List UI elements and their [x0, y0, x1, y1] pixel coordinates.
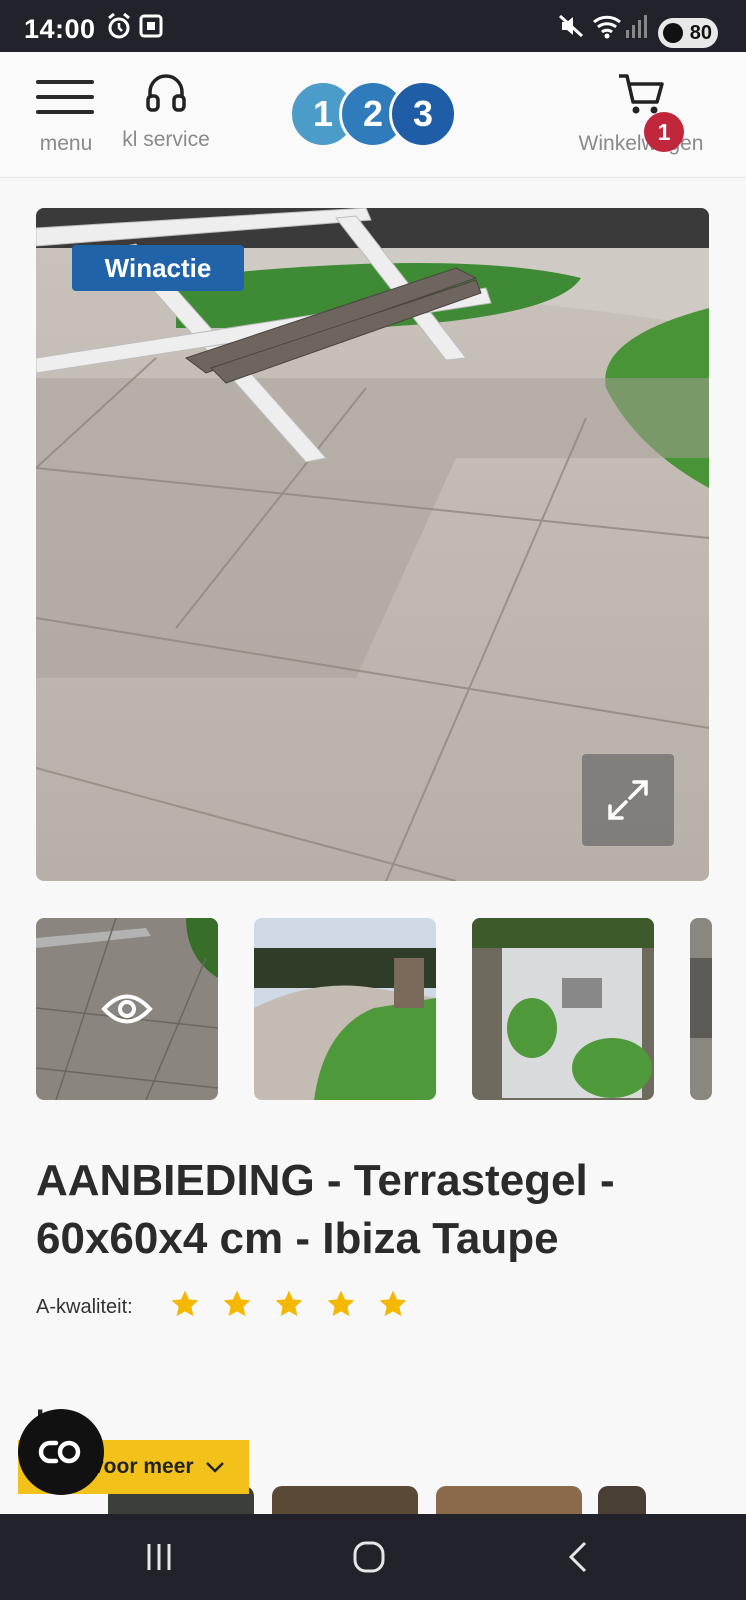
product-thumbnail[interactable]	[254, 918, 436, 1100]
home-icon[interactable]	[352, 1540, 386, 1574]
cart-count-badge: 1	[644, 112, 684, 152]
battery-level: 80	[689, 22, 712, 44]
headphones-icon	[146, 74, 186, 112]
star-icon	[379, 1290, 407, 1317]
menu-label: menu	[39, 132, 93, 155]
customer-service-button[interactable]: kl service	[118, 72, 214, 152]
cart-button[interactable]: Winkelwagen	[566, 72, 716, 156]
product-thumbnail[interactable]	[472, 918, 654, 1100]
system-nav-bar	[0, 1514, 746, 1600]
inspiration-image[interactable]	[272, 1486, 418, 1514]
promo-badge: Winactie	[72, 245, 244, 291]
site-header: menu kl service 1 2 3 Winkelwagen 1	[0, 52, 746, 178]
back-icon[interactable]	[566, 1540, 590, 1574]
star-icon	[223, 1290, 251, 1317]
signal-icon	[626, 15, 647, 38]
mute-icon	[558, 14, 584, 38]
inspiration-image[interactable]	[598, 1486, 646, 1514]
site-logo[interactable]: 1 2 3	[289, 80, 459, 150]
menu-icon	[36, 72, 94, 114]
product-thumbnail[interactable]	[690, 918, 712, 1100]
screenshot-icon	[139, 14, 163, 38]
expand-icon	[608, 780, 648, 820]
status-time: 14:00	[24, 14, 96, 44]
wifi-icon	[593, 15, 621, 39]
cart-icon	[619, 74, 664, 114]
star-icon	[171, 1290, 199, 1317]
battery-indicator: 80	[658, 18, 718, 48]
service-label: kl service	[122, 128, 210, 151]
cart-label: Winkelwagen	[578, 132, 704, 155]
chat-button[interactable]	[18, 1409, 104, 1495]
quality-stars	[168, 1288, 428, 1325]
star-icon	[327, 1290, 355, 1317]
recent-apps-icon[interactable]	[144, 1542, 174, 1572]
chat-icon	[38, 1440, 81, 1464]
product-thumbnail[interactable]	[36, 918, 218, 1100]
menu-button[interactable]: menu	[36, 72, 96, 156]
star-icon	[275, 1290, 303, 1317]
battery-saver-icon	[663, 23, 683, 43]
expand-image-button[interactable]	[582, 754, 674, 846]
status-bar: 14:00 80	[0, 0, 746, 52]
quality-label: A-kwaliteit:	[36, 1296, 133, 1318]
logo-digit: 3	[389, 80, 457, 148]
inspiration-image[interactable]	[436, 1486, 582, 1514]
chevron-down-icon	[206, 1462, 225, 1474]
alarm-icon	[108, 12, 130, 39]
product-title: AANBIEDING - Terrastegel - 60x60x4 cm - …	[36, 1156, 615, 1263]
view-more-label: voor meer	[92, 1455, 194, 1478]
